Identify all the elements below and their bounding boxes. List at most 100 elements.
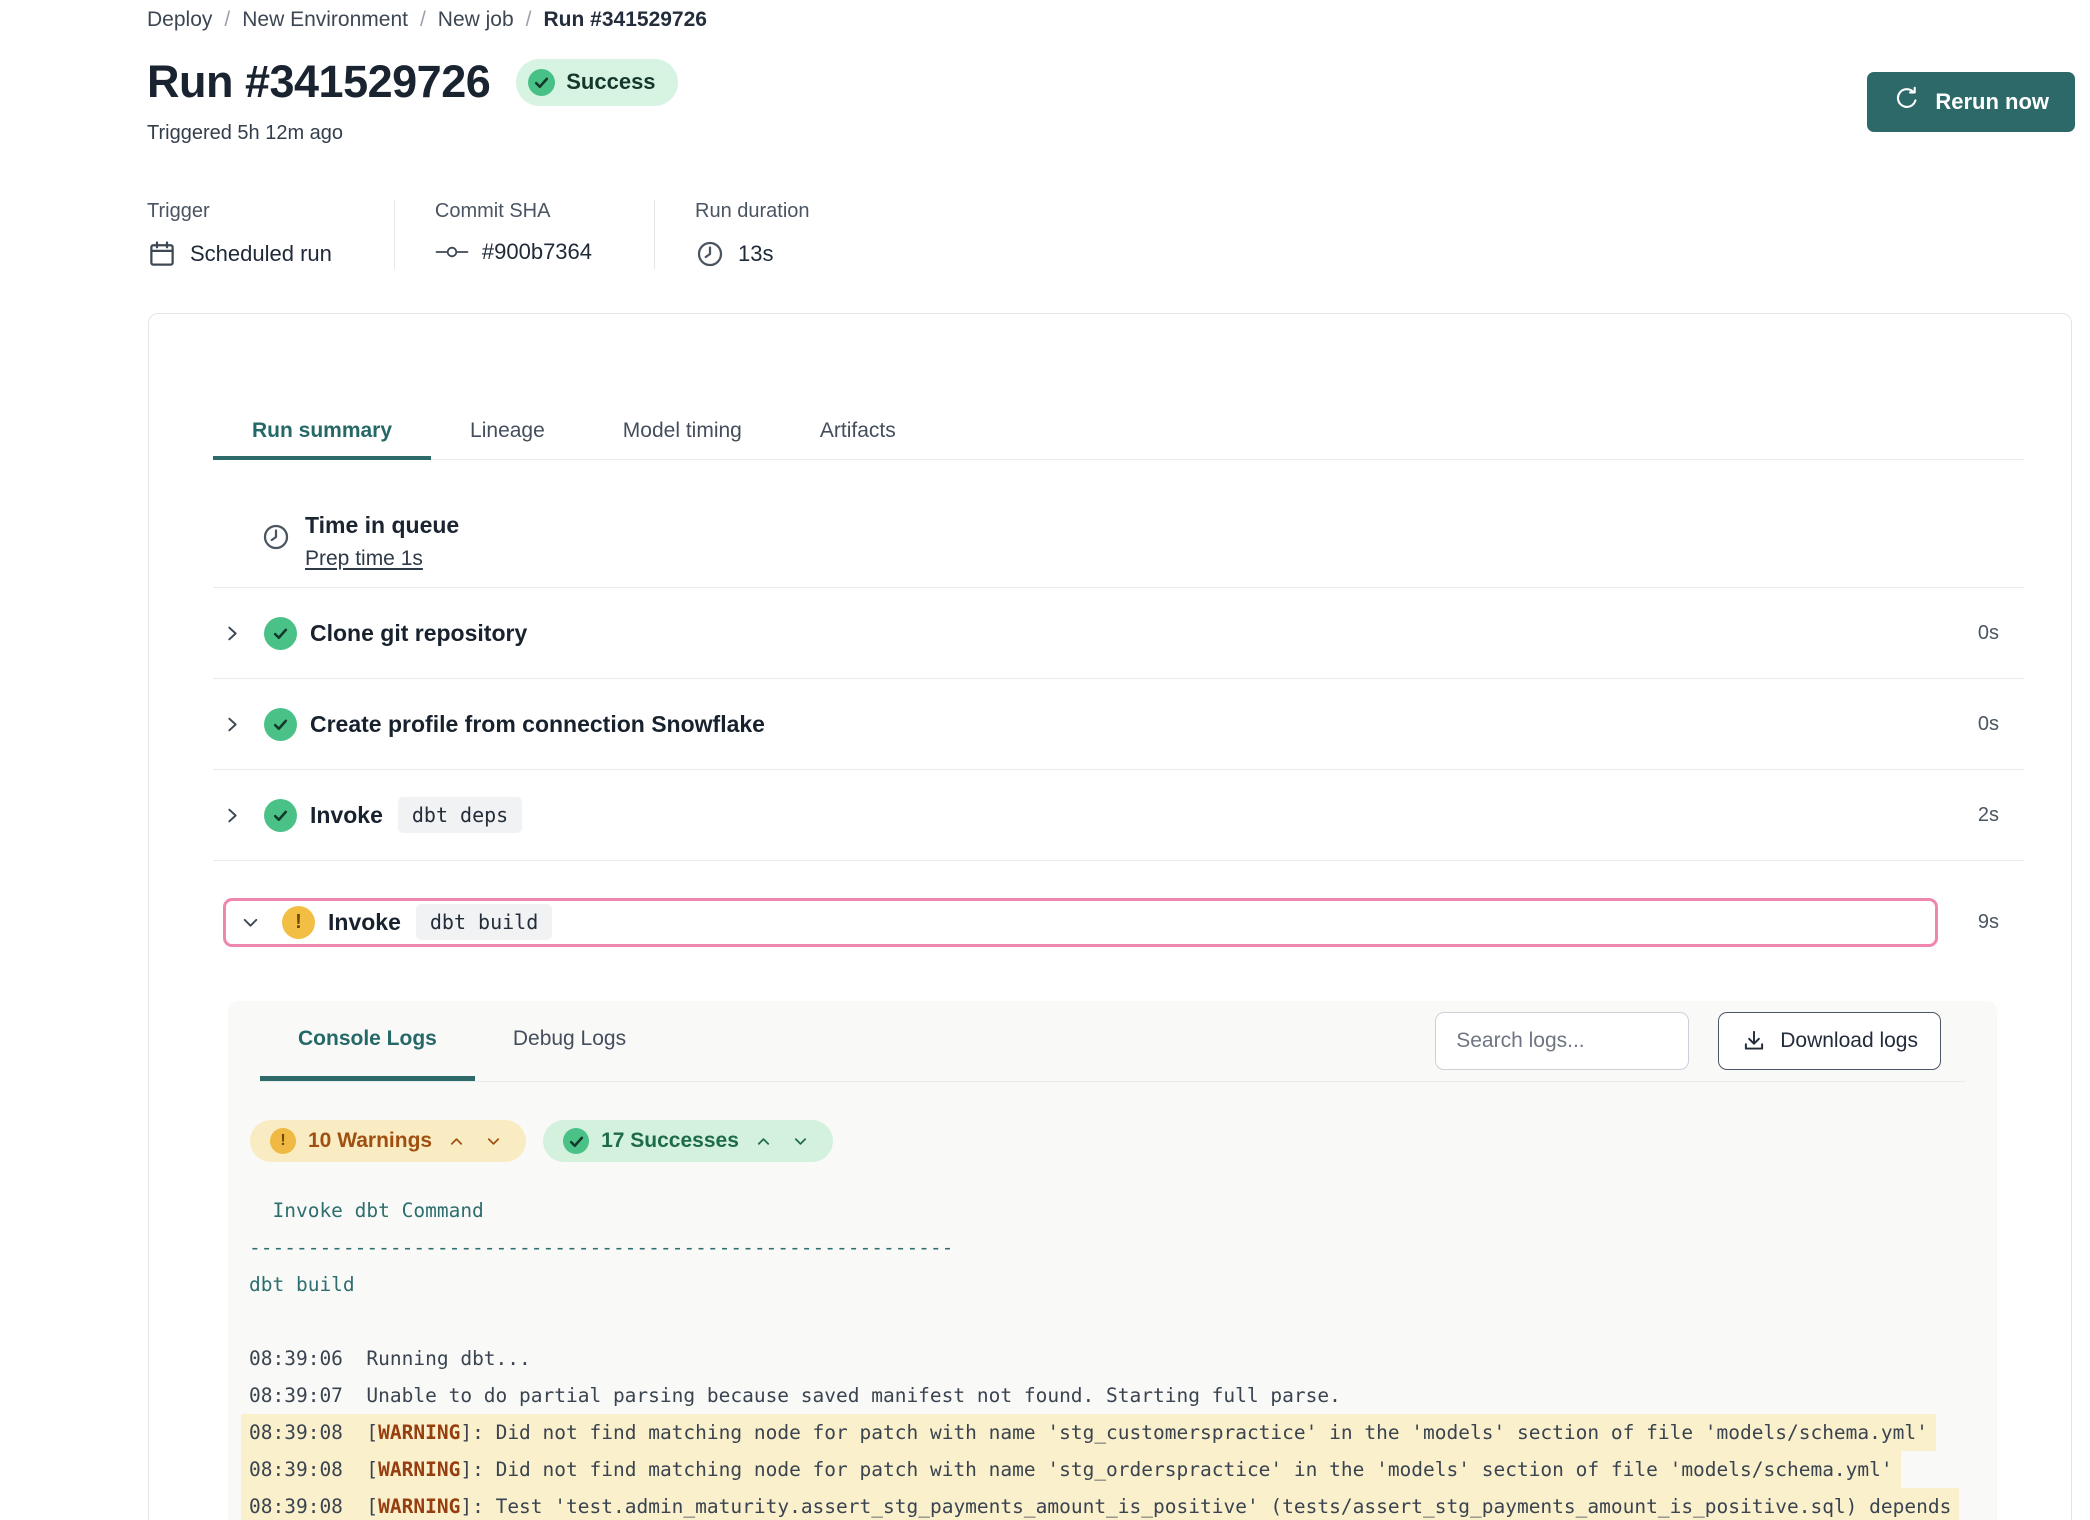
- log-line: [241, 1303, 1997, 1340]
- triggered-timestamp: Triggered 5h 12m ago: [147, 122, 2090, 145]
- calendar-icon: [147, 239, 177, 269]
- warning-icon: !: [282, 906, 315, 939]
- time-in-queue-section: Time in queue Prep time 1s: [261, 512, 2071, 571]
- chevron-down-icon[interactable]: [481, 1133, 506, 1150]
- step-main: Invokedbt deps: [223, 770, 1951, 860]
- tab-run-summary[interactable]: Run summary: [213, 406, 431, 460]
- meta-value: Scheduled run: [147, 239, 332, 269]
- chevron-up-icon[interactable]: [444, 1133, 469, 1150]
- rerun-now-label: Rerun now: [1935, 89, 2049, 115]
- meta-value-text: #900b7364: [482, 239, 592, 265]
- log-line: dbt build: [241, 1266, 1997, 1303]
- chevron-right-icon[interactable]: [223, 624, 242, 643]
- log-timestamp: 08:39:07: [249, 1384, 343, 1407]
- log-line: 08:39:07 Unable to do partial parsing be…: [241, 1377, 1997, 1414]
- warning-circle-icon: !: [270, 1128, 296, 1154]
- clock-icon: [695, 239, 725, 269]
- commit-icon: [435, 242, 469, 262]
- console-controls: Download logs: [1435, 1012, 1941, 1070]
- prep-time-link[interactable]: Prep time 1s: [305, 547, 423, 571]
- breadcrumb-link[interactable]: New Environment: [242, 8, 408, 32]
- log-message: Did not find matching node for patch wit…: [496, 1421, 1928, 1444]
- step-duration: 0s: [1965, 622, 1999, 645]
- step-row[interactable]: Invokedbt deps 2s: [149, 770, 2071, 860]
- log-line-text: 08:39:08 [WARNING]: Did not find matchin…: [241, 1451, 1901, 1488]
- log-line-text: 08:39:07 Unable to do partial parsing be…: [241, 1377, 1349, 1414]
- tab-debug-logs[interactable]: Debug Logs: [475, 1001, 664, 1081]
- meta-column-run-duration: Run duration 13s: [695, 200, 872, 269]
- success-filter-pill[interactable]: 17 Successes: [543, 1120, 833, 1162]
- log-timestamp: 08:39:08: [249, 1495, 343, 1518]
- log-line: ----------------------------------------…: [241, 1229, 1997, 1266]
- warning-filter-pill[interactable]: ! 10 Warnings: [250, 1120, 526, 1162]
- breadcrumb: Deploy/New Environment/New job/Run #3415…: [0, 0, 2090, 32]
- chevron-down-icon[interactable]: [788, 1133, 813, 1150]
- success-icon: [264, 708, 297, 741]
- refresh-icon: [1893, 85, 1921, 119]
- log-warning-label: WARNING: [378, 1458, 460, 1481]
- step-row[interactable]: Create profile from connection Snowflake…: [149, 679, 2071, 769]
- log-line-text: 08:39:08 [WARNING]: Did not find matchin…: [241, 1414, 1936, 1451]
- pill-label: 10 Warnings: [308, 1129, 432, 1153]
- step-main: ! Invoke dbt build: [223, 898, 1938, 947]
- tab-artifacts[interactable]: Artifacts: [781, 406, 935, 460]
- console-log-output[interactable]: Invoke dbt Command----------------------…: [241, 1192, 1997, 1520]
- meta-label: Run duration: [695, 200, 810, 223]
- tab-lineage[interactable]: Lineage: [431, 406, 584, 460]
- breadcrumb-separator: /: [420, 8, 426, 32]
- log-line-text: dbt build: [241, 1266, 363, 1303]
- tab-model-timing[interactable]: Model timing: [584, 406, 781, 460]
- step-title: Create profile from connection Snowflake: [310, 711, 765, 738]
- chevron-right-icon[interactable]: [223, 806, 242, 825]
- clock-icon: [261, 522, 291, 571]
- breadcrumb-separator: /: [526, 8, 532, 32]
- console-header: Console LogsDebug Logs Download logs: [260, 1001, 1965, 1082]
- log-line: 08:39:06 Running dbt...: [241, 1340, 1997, 1377]
- download-logs-label: Download logs: [1780, 1029, 1918, 1053]
- rerun-now-button[interactable]: Rerun now: [1867, 72, 2075, 132]
- meta-label: Trigger: [147, 200, 332, 223]
- search-logs-input[interactable]: [1435, 1012, 1689, 1070]
- log-line: 08:39:08 [WARNING]: Test 'test.admin_mat…: [241, 1488, 1997, 1520]
- log-filter-badges: ! 10 Warnings 17 Successes: [250, 1120, 1997, 1162]
- log-warning-label: WARNING: [378, 1421, 460, 1444]
- log-message: Did not find matching node for patch wit…: [496, 1458, 1893, 1481]
- log-timestamp: 08:39:08: [249, 1458, 343, 1481]
- log-line-text: 08:39:06 Running dbt...: [241, 1340, 539, 1377]
- breadcrumb-link[interactable]: Deploy: [147, 8, 212, 32]
- chevron-right-icon[interactable]: [223, 715, 242, 734]
- log-line: 08:39:08 [WARNING]: Did not find matchin…: [241, 1414, 1997, 1451]
- check-circle-icon: [528, 69, 555, 96]
- step-command-chip: dbt deps: [398, 797, 522, 833]
- meta-value: 13s: [695, 239, 810, 269]
- log-line: 08:39:08 [WARNING]: Did not find matchin…: [241, 1451, 1997, 1488]
- chevron-down-icon[interactable]: [241, 913, 260, 932]
- tab-console-logs[interactable]: Console Logs: [260, 1001, 475, 1081]
- step-title: Clone git repository: [310, 620, 527, 647]
- run-tabs: Run summaryLineageModel timingArtifacts: [213, 406, 2024, 460]
- log-message: Running dbt...: [366, 1347, 530, 1370]
- step-main: Clone git repository: [223, 588, 1951, 678]
- step-command-chip: dbt build: [416, 904, 552, 940]
- download-logs-button[interactable]: Download logs: [1718, 1012, 1941, 1070]
- log-warning-label: WARNING: [378, 1495, 460, 1518]
- chevron-up-icon[interactable]: [751, 1133, 776, 1150]
- run-meta-row: Trigger Scheduled run Commit SHA#900b7364 R…: [147, 200, 2090, 269]
- status-badge-label: Success: [566, 69, 655, 95]
- log-line-text: ----------------------------------------…: [241, 1229, 961, 1266]
- check-circle-icon: [563, 1128, 589, 1154]
- step-duration: 2s: [1965, 804, 1999, 827]
- log-line-text: [241, 1303, 269, 1340]
- step-title: Invoke: [328, 909, 401, 936]
- meta-column-commit-sha: Commit SHA#900b7364: [435, 200, 655, 269]
- step-row[interactable]: Clone git repository 0s: [149, 588, 2071, 678]
- queue-title: Time in queue: [305, 512, 459, 539]
- log-line-text: 08:39:08 [WARNING]: Test 'test.admin_mat…: [241, 1488, 1959, 1520]
- breadcrumb-separator: /: [224, 8, 230, 32]
- log-line: Invoke dbt Command: [241, 1192, 1997, 1229]
- step-row[interactable]: !Invokedbt build9s: [149, 861, 2071, 983]
- steps-list: Clone git repository 0s Create profile fro…: [149, 588, 2071, 983]
- meta-column-trigger: Trigger Scheduled run: [147, 200, 395, 269]
- breadcrumb-link[interactable]: New job: [438, 8, 514, 32]
- log-timestamp: 08:39:08: [249, 1421, 343, 1444]
